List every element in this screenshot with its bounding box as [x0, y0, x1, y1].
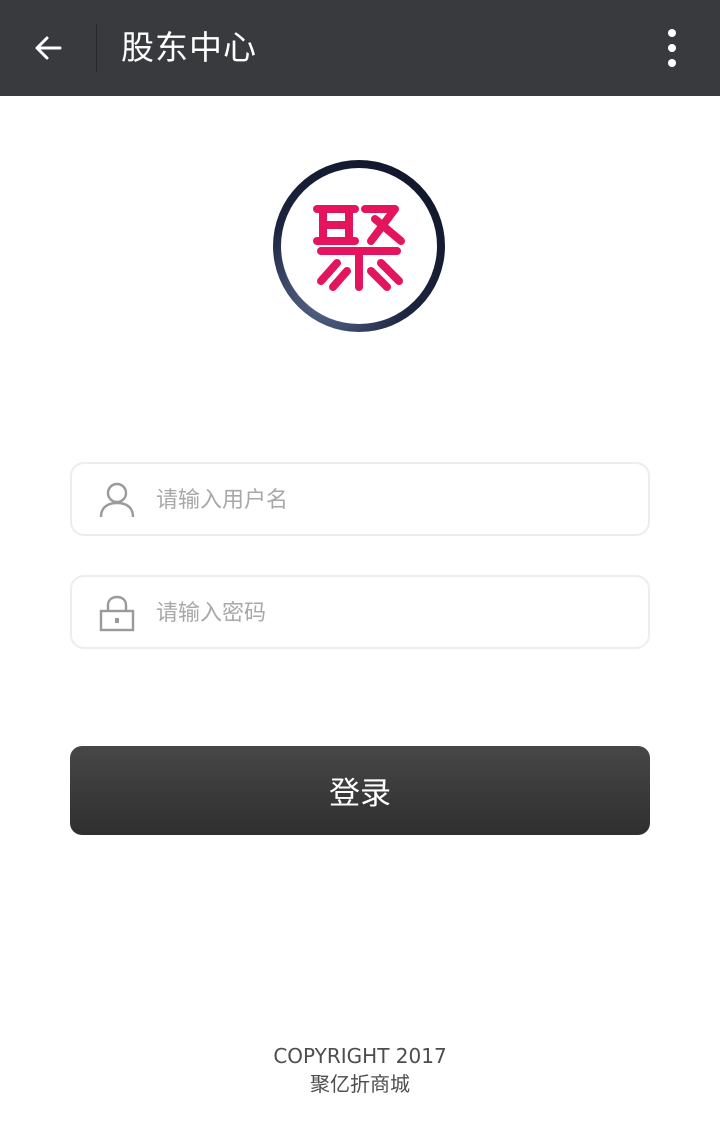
vertical-dots-icon: [668, 29, 676, 67]
arrow-left-icon: [35, 36, 62, 60]
footer: COPYRIGHT 2017 聚亿折商城: [0, 1042, 720, 1098]
username-field: [70, 462, 650, 536]
brand-logo-glyph: [313, 205, 405, 291]
page-title: 股东中心: [121, 28, 257, 67]
password-input[interactable]: [156, 589, 626, 637]
company-name: 聚亿折商城: [310, 1072, 410, 1096]
lock-icon: [99, 595, 135, 632]
back-button[interactable]: [22, 24, 74, 72]
login-button[interactable]: 登录: [70, 746, 650, 835]
copyright-text: COPYRIGHT 2017: [273, 1044, 447, 1068]
brand-logo-inner: [281, 168, 437, 324]
password-field: [70, 575, 650, 649]
user-icon: [99, 482, 135, 518]
username-input[interactable]: [156, 476, 626, 524]
top-app-bar: 股东中心: [0, 0, 720, 96]
brand-logo: [273, 160, 445, 332]
more-options-button[interactable]: [650, 24, 694, 72]
header-divider: [96, 24, 97, 72]
